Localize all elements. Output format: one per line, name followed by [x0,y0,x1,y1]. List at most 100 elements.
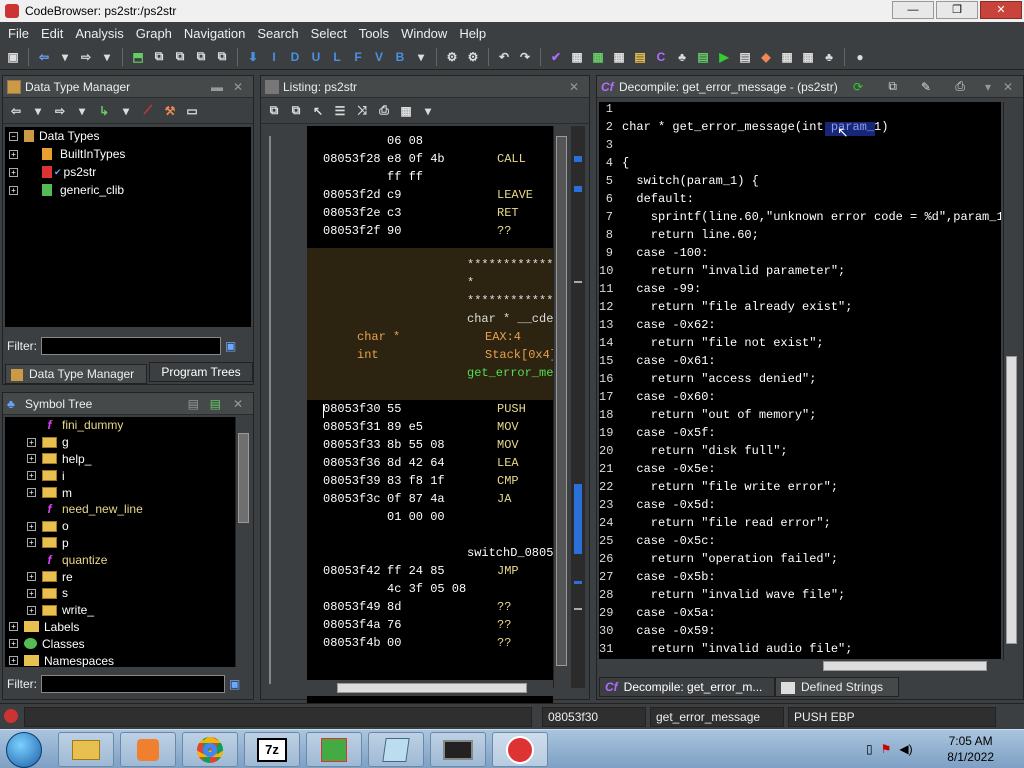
symbol-tree-item[interactable]: + help_ [5,451,235,468]
expand-icon[interactable]: + [27,588,36,598]
scroll-thumb[interactable] [238,433,249,523]
symbol-tree-item[interactable]: + m [5,484,235,501]
function-param-row[interactable]: char * EAX:4 [307,330,553,348]
copy-icon[interactable]: ⧉ [265,102,283,120]
tree-item-ps2str[interactable]: + ✔ ps2str [5,163,251,181]
dtm-filter-input[interactable] [41,337,221,355]
code-line[interactable]: 28 return "invalid wave file"; [599,588,1001,606]
menu-analysis[interactable]: Analysis [69,26,129,41]
code-line[interactable]: 14 return "file not exist"; [599,336,1001,354]
code-line[interactable]: 5 switch(param_1) { [599,174,1001,192]
expand-icon[interactable]: + [27,605,36,615]
listing-row[interactable]: 08053f2f 90?? [307,224,553,242]
ghidra-taskbar-icon[interactable] [492,732,548,767]
expand-icon[interactable]: + [27,471,36,481]
symbol-tree-item[interactable]: + i [5,467,235,484]
code-line[interactable]: 8 return line.60; [599,228,1001,246]
menu-edit[interactable]: Edit [35,26,69,41]
listing-row[interactable]: 08053f2e c3 RET [307,206,553,224]
decompile-hscrollbar[interactable] [599,659,1001,673]
menu-search[interactable]: Search [251,26,304,41]
menu-navigation[interactable]: Navigation [178,26,251,41]
references-icon[interactable]: ▤ [736,48,754,66]
decompile-icon[interactable]: C [652,48,670,66]
expand-icon[interactable]: + [9,639,18,649]
listing-hscrollbar[interactable] [307,680,553,696]
forward-dropdown-icon[interactable]: ▾ [73,102,91,120]
code-line[interactable]: 20 return "disk full"; [599,444,1001,462]
filter-options-icon[interactable]: ▣ [229,677,240,691]
expand-icon[interactable]: + [27,488,36,498]
navigate-icon[interactable]: ▤ [210,397,221,411]
next-label-button[interactable]: L [328,48,346,66]
code-line[interactable]: 17 case -0x60: [599,390,1001,408]
symbol-tree-item[interactable]: + s [5,585,235,602]
filter-off-icon[interactable]: ⟋ [139,102,157,120]
redo-icon[interactable]: ↷ [516,48,534,66]
overview-margin[interactable] [571,126,585,688]
back-icon[interactable]: ⇦ [7,102,25,120]
listing-row[interactable]: 08053f28 e8 0f 4b CALL [307,152,553,170]
function-graph-icon[interactable]: ▦ [589,48,607,66]
undo-icon[interactable]: ↶ [495,48,513,66]
menu-select[interactable]: Select [305,26,353,41]
code-line[interactable]: 13 case -0x62: [599,318,1001,336]
code-line[interactable]: 21 case -0x5e: [599,462,1001,480]
back-icon[interactable]: ⇦ [35,48,53,66]
code-line[interactable]: 6 default: [599,192,1001,210]
network-tray-icon[interactable]: ▯ [866,742,873,756]
layout-dropdown-icon[interactable]: ▾ [419,102,437,120]
code-line[interactable]: 16 return "access denied"; [599,372,1001,390]
code-line[interactable]: 11 case -99: [599,282,1001,300]
scroll-thumb[interactable] [337,683,527,693]
code-line[interactable]: 7 sprintf(line.60,"unknown error code = … [599,210,1001,228]
paste-icon[interactable]: ⧉ [287,102,305,120]
layout-icon[interactable]: ▦ [397,102,415,120]
copy-icon[interactable]: ⧉ [888,79,897,94]
notepad-taskbar-icon[interactable] [368,732,424,767]
code-line[interactable]: 9 case -100: [599,246,1001,264]
menu-window[interactable]: Window [395,26,453,41]
listing-row[interactable]: 06 08 [307,134,553,152]
listing-row[interactable]: 08053f36 8d 42 64 LEA [307,456,553,474]
highlight-icon[interactable]: ⚙ [464,48,482,66]
code-line[interactable]: 3 [599,138,1001,156]
minimize-button[interactable]: — [892,1,934,19]
expand-icon[interactable]: + [27,437,36,447]
code-line[interactable]: 15 case -0x61: [599,354,1001,372]
symbol-tree-item[interactable]: + re [5,568,235,585]
forward-dropdown-icon[interactable]: ▾ [98,48,116,66]
symbol-tree-root-item[interactable]: + Namespaces [5,652,235,667]
code-line[interactable]: 27 case -0x5b: [599,570,1001,588]
menu-icon[interactable]: ▭ [183,102,201,120]
back-dropdown-icon[interactable]: ▾ [29,102,47,120]
symbol-tree-item[interactable]: + g [5,434,235,451]
navigate-icon[interactable]: ⬒ [129,48,147,66]
start-button[interactable] [6,732,42,768]
archive-dropdown-icon[interactable]: ▾ [117,102,135,120]
symbol-tree-item[interactable]: f fini_dummy [5,417,235,434]
maximize-button[interactable]: ❐ [936,1,978,19]
forward-icon[interactable]: ⇨ [77,48,95,66]
expand-icon[interactable]: + [9,656,18,666]
scroll-thumb[interactable] [556,136,567,666]
code-line[interactable]: 19 case -0x5f: [599,426,1001,444]
bookmark-dropdown-icon[interactable]: ▾ [412,48,430,66]
close-button[interactable]: ✕ [980,1,1022,19]
expand-icon[interactable]: + [27,521,36,531]
code-line[interactable]: 31 return "invalid audio file"; [599,642,1001,660]
decompiled-code-view[interactable]: 1 2 char * get_error_message(int param_1) 3… [599,102,1001,660]
7zip-taskbar-icon[interactable]: 7z [244,732,300,767]
listing-row[interactable]: 08053f4b 00?? [307,636,553,654]
menu-tools[interactable]: Tools [353,26,395,41]
paste-icon[interactable]: ⧉ [171,48,189,66]
decompile-scrollbar[interactable] [1003,102,1019,660]
help-icon[interactable]: ● [851,48,869,66]
open-archive-icon[interactable]: ↳ [95,102,113,120]
tab-decompile[interactable]: Cf Decompile: get_error_m... [599,677,775,697]
listing-row[interactable]: 08053f49 8d?? [307,600,553,618]
symbol-tree-scrollbar[interactable] [235,417,251,667]
symbol-tree-item[interactable]: + p [5,535,235,552]
app-taskbar-icon[interactable] [306,732,362,767]
filter-options-icon[interactable]: ▣ [225,339,236,353]
